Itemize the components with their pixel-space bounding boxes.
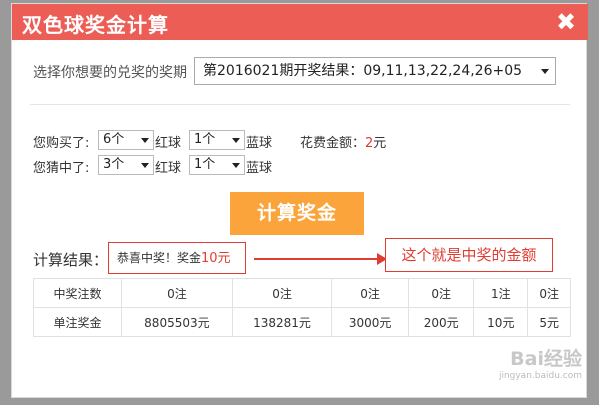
prize-table-body: 中奖注数 0注 0注 0注 0注 1注 0注 单注奖金 8805503元 138281元 3000元… [33,278,571,337]
annotation-arrow-line [254,258,380,260]
bought-red-value: 6个 [103,132,125,147]
matched-red-value: 3个 [103,157,125,172]
table-cell: 5元 [527,307,571,337]
calculate-prize-button[interactable]: 计算奖金 [230,192,364,235]
matched-blue-value: 1个 [194,157,216,172]
dialog-titlebar: 双色球奖金计算 ✖ [12,4,588,40]
table-cell: 0注 [407,278,475,308]
close-icon[interactable]: ✖ [552,8,580,36]
result-amount: 10元 [201,251,231,266]
bought-blue-value: 1个 [194,132,216,147]
matched-blue-label: 蓝球 [246,161,273,176]
cost-unit: 元 [373,136,387,151]
divider [30,104,570,105]
prize-calculator-dialog: 双色球奖金计算 ✖ 选择你想要的兑奖的奖期 第2016021期开奖结果：09,1… [11,3,588,398]
period-select[interactable]: 第2016021期开奖结果：09,11,13,22,24,26+05 [194,57,556,85]
chevron-down-icon [232,163,240,168]
annotation-note: 这个就是中奖的金额 [385,238,553,272]
matched-label: 您猜中了: [33,161,90,176]
table-cell: 0注 [231,278,333,308]
bought-label: 您购买了: [33,136,90,151]
table-cell: 3000元 [331,307,409,337]
chevron-down-icon [541,69,549,74]
row-header: 中奖注数 [33,278,122,308]
watermark-brand: Bai经验 [510,348,582,370]
cost-label: 花费金额： [300,136,366,151]
period-select-value: 第2016021期开奖结果：09,11,13,22,24,26+05 [203,63,523,79]
result-label: 计算结果： [33,251,109,269]
period-label: 选择你想要的兑奖的奖期 [33,65,187,81]
faint-footer-line [33,348,313,358]
result-prefix: 恭喜中奖！奖金 [117,251,202,265]
bought-red-label: 红球 [155,136,182,151]
table-cell: 8805503元 [121,307,233,337]
bought-blue-label: 蓝球 [246,136,273,151]
cost-display: 花费金额：2元 [300,132,386,151]
table-cell: 0注 [331,278,409,308]
table-cell: 0注 [527,278,571,308]
table-cell: 1注 [473,278,529,308]
chevron-down-icon [141,138,149,143]
bought-red-select[interactable]: 6个 [98,130,154,150]
table-row: 中奖注数 0注 0注 0注 0注 1注 0注 [33,278,571,308]
table-cell: 0注 [121,278,233,308]
table-row: 单注奖金 8805503元 138281元 3000元 200元 10元 5元 [33,307,571,337]
bought-blue-select[interactable]: 1个 [189,130,245,150]
table-cell: 10元 [473,307,529,337]
chevron-down-icon [141,163,149,168]
matched-red-select[interactable]: 3个 [98,155,154,175]
dialog-title: 双色球奖金计算 [22,13,169,37]
table-cell: 138281元 [231,307,333,337]
matched-blue-select[interactable]: 1个 [189,155,245,175]
table-cell: 200元 [407,307,475,337]
prize-table: 中奖注数 0注 0注 0注 0注 1注 0注 单注奖金 8805503元 138281元 3000元… [33,278,571,337]
watermark-url: jingyan.baidu.com [498,371,582,381]
chevron-down-icon [232,138,240,143]
row-header: 单注奖金 [33,307,122,337]
watermark-logo: Bai经验 jingyan.baidu.com [462,348,582,398]
result-box: 恭喜中奖！奖金10元 [108,242,246,274]
matched-red-label: 红球 [155,161,182,176]
